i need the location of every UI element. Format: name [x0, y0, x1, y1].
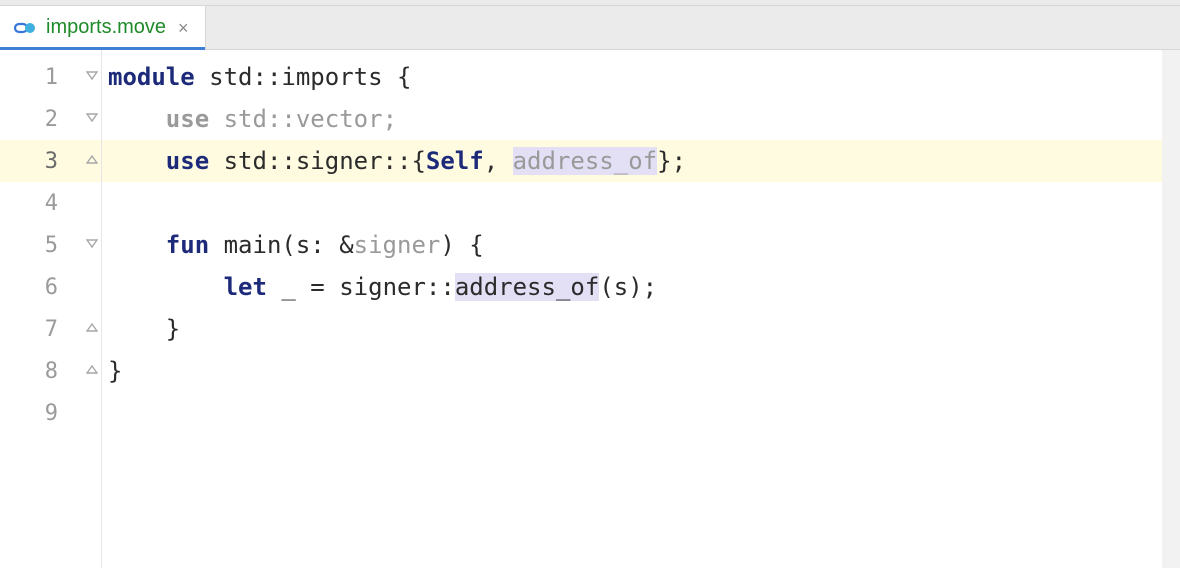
fold-spacer	[82, 182, 101, 224]
line-number[interactable]: 3	[0, 140, 82, 182]
code-line[interactable]	[102, 182, 1162, 224]
tab-bar: imports.move ×	[0, 6, 1180, 50]
tab-imports-move[interactable]: imports.move ×	[0, 6, 206, 49]
tab-label: imports.move	[46, 16, 166, 39]
code-line[interactable]	[102, 392, 1162, 434]
fold-toggle[interactable]	[82, 140, 101, 182]
fold-gutter	[82, 50, 102, 568]
line-number-gutter: 1 2 3 4 5 6 7 8 9	[0, 50, 82, 568]
code-line[interactable]: }	[102, 350, 1162, 392]
close-icon[interactable]: ×	[176, 19, 191, 37]
fold-toggle[interactable]	[82, 308, 101, 350]
fold-toggle[interactable]	[82, 224, 101, 266]
line-number[interactable]: 7	[0, 308, 82, 350]
editor-frame: imports.move × 1 2 3 4 5 6 7 8 9	[0, 0, 1180, 568]
code-line[interactable]: use std::signer::{Self, address_of};	[102, 140, 1162, 182]
line-number[interactable]: 9	[0, 392, 82, 434]
code-line[interactable]: use std::vector;	[102, 98, 1162, 140]
marker-strip	[1162, 50, 1180, 568]
fold-toggle[interactable]	[82, 56, 101, 98]
line-number[interactable]: 5	[0, 224, 82, 266]
code-line[interactable]: let _ = signer::address_of(s);	[102, 266, 1162, 308]
line-number[interactable]: 4	[0, 182, 82, 224]
line-number[interactable]: 2	[0, 98, 82, 140]
code-area[interactable]: module std::imports { use std::vector; u…	[102, 50, 1162, 568]
line-number[interactable]: 1	[0, 56, 82, 98]
line-number[interactable]: 8	[0, 350, 82, 392]
fold-spacer	[82, 392, 101, 434]
fold-spacer	[82, 266, 101, 308]
code-line[interactable]: }	[102, 308, 1162, 350]
fold-toggle[interactable]	[82, 98, 101, 140]
code-line[interactable]: fun main(s: &signer) {	[102, 224, 1162, 266]
move-file-icon	[14, 21, 36, 35]
fold-toggle[interactable]	[82, 350, 101, 392]
editor-body: 1 2 3 4 5 6 7 8 9 module std::imports { …	[0, 50, 1180, 568]
code-line[interactable]: module std::imports {	[102, 56, 1162, 98]
line-number[interactable]: 6	[0, 266, 82, 308]
